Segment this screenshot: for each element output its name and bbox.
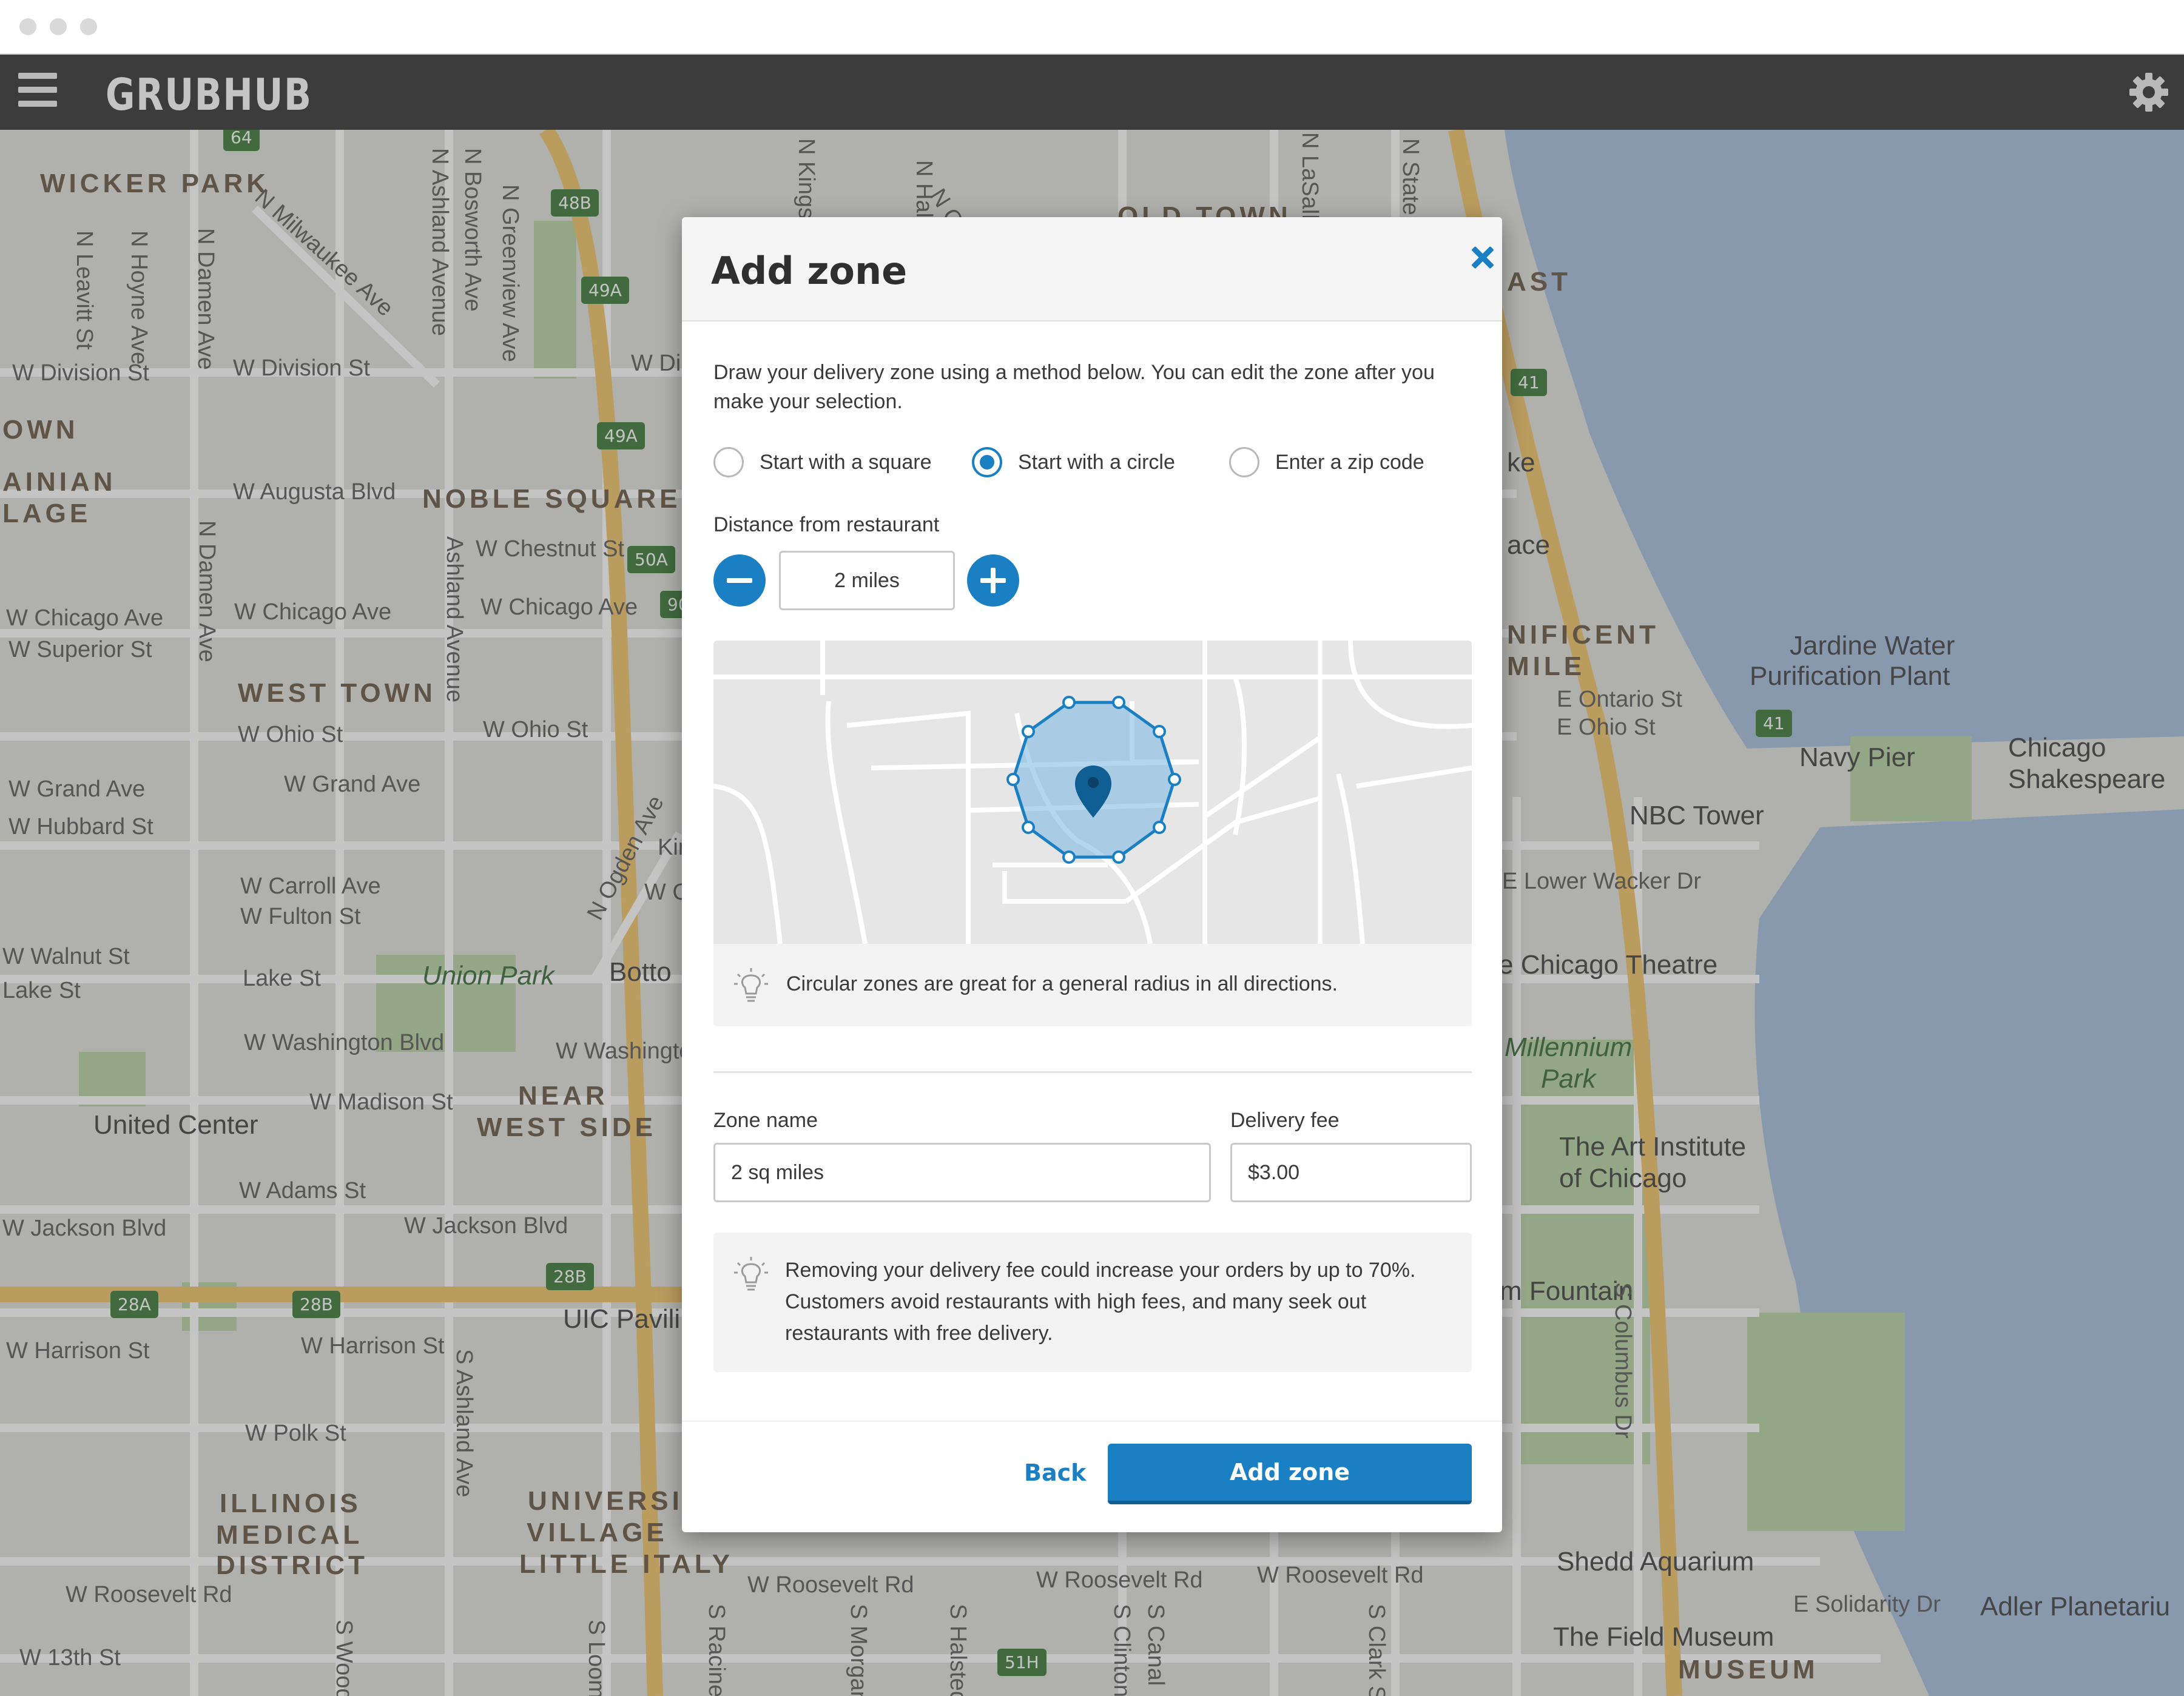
- zone-name-input[interactable]: [713, 1143, 1211, 1202]
- window-maximize-dot[interactable]: [80, 18, 97, 35]
- radio-circle[interactable]: Start with a circle: [972, 445, 1175, 479]
- zone-preview-map[interactable]: [713, 641, 1472, 944]
- delivery-fee-label: Delivery fee: [1230, 1109, 1340, 1132]
- add-zone-button[interactable]: Add zone: [1108, 1444, 1472, 1504]
- modal-title: Add zone: [711, 249, 908, 293]
- radio-square[interactable]: Start with a square: [713, 445, 931, 479]
- radio-zip[interactable]: Enter a zip code: [1229, 445, 1424, 479]
- plus-icon-v: [991, 568, 996, 593]
- intro-text: Draw your delivery zone using a method b…: [713, 361, 1435, 413]
- distance-input[interactable]: [779, 551, 955, 610]
- browser-chrome: [0, 0, 2184, 55]
- radio-square-circle[interactable]: [713, 447, 744, 477]
- delivery-fee-input[interactable]: [1230, 1143, 1472, 1202]
- radio-circle-circle[interactable]: [972, 447, 1002, 477]
- radio-zip-circle[interactable]: [1229, 447, 1259, 477]
- grubhub-logo: GRUBHUB: [106, 69, 312, 120]
- preview-map-graphic: [713, 641, 1472, 944]
- gear-icon[interactable]: [2127, 70, 2171, 114]
- circle-tip-text: Circular zones are great for a general r…: [786, 972, 1338, 995]
- close-icon[interactable]: [1456, 235, 1500, 279]
- app-header: GRUBHUB: [0, 55, 2184, 130]
- back-button[interactable]: Back: [1024, 1459, 1086, 1486]
- distance-label: Distance from restaurant: [713, 513, 940, 536]
- decrease-distance-button[interactable]: [713, 554, 766, 607]
- fee-tip-box: Removing your delivery fee could increas…: [713, 1233, 1472, 1372]
- window-close-dot[interactable]: [19, 18, 36, 35]
- modal-header: Add zone: [682, 217, 1502, 321]
- zone-name-label: Zone name: [713, 1109, 818, 1132]
- radio-square-label: Start with a square: [760, 450, 932, 474]
- section-divider: [713, 1071, 1472, 1073]
- minus-icon: [727, 578, 752, 583]
- lightbulb-icon: [734, 1257, 768, 1291]
- lightbulb-icon: [734, 968, 768, 1002]
- radio-circle-label: Start with a circle: [1018, 450, 1175, 474]
- footer-divider: [682, 1421, 1502, 1422]
- window-minimize-dot[interactable]: [50, 18, 67, 35]
- circle-tip-box: Circular zones are great for a general r…: [713, 944, 1472, 1026]
- hamburger-menu-icon[interactable]: [18, 73, 57, 112]
- increase-distance-button[interactable]: [967, 554, 1019, 607]
- radio-zip-label: Enter a zip code: [1275, 450, 1424, 474]
- fee-tip-text: Removing your delivery fee could increas…: [785, 1259, 1416, 1345]
- add-zone-modal: Add zone Draw your delivery zone using a…: [682, 217, 1502, 1532]
